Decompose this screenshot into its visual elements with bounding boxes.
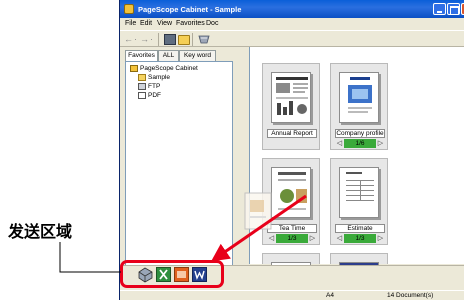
- callout-arrow: [211, 194, 307, 262]
- screenshot-stage: PageScope Cabinet - Sample File Edit Vie…: [0, 0, 464, 300]
- send-area-label: 发送区域: [8, 222, 73, 241]
- annotation-overlay: [59, 194, 307, 273]
- leader-line: [59, 242, 121, 273]
